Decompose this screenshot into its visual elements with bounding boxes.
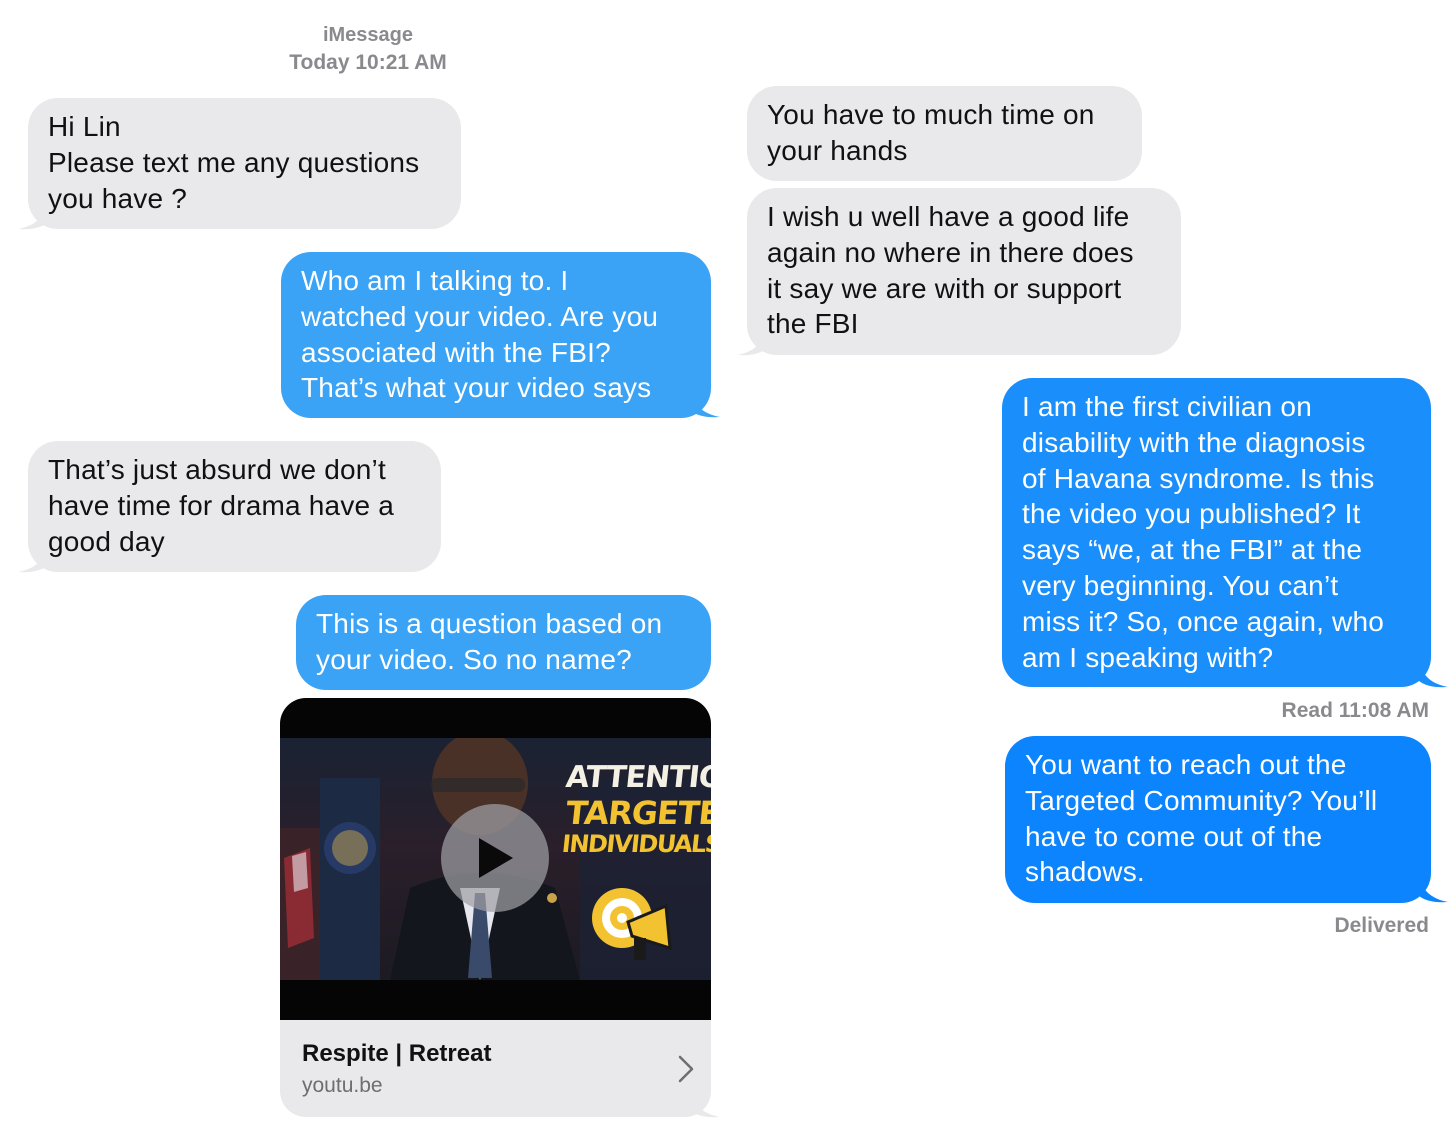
message-line: it say we are with or support xyxy=(767,272,1122,304)
link-domain: youtu.be xyxy=(302,1074,383,1097)
message-line: your video. So no name? xyxy=(316,643,632,675)
message-line: very beginning. You can’t xyxy=(1022,569,1339,601)
message-line: miss it? So, once again, who xyxy=(1022,605,1385,637)
megaphone-icon xyxy=(592,888,672,960)
play-button[interactable] xyxy=(441,804,549,912)
message-line: I am the first civilian on xyxy=(1022,391,1312,422)
message-line: am I speaking with? xyxy=(1022,641,1274,673)
message-line: Please text me any questions xyxy=(48,146,420,178)
message-line: your hands xyxy=(767,134,908,166)
message-line: This is a question based on xyxy=(316,608,663,639)
conversation-timestamp: Today 10:21 AM xyxy=(289,51,447,74)
incoming-message-bubble[interactable]: Hi Lin Please text me any questions you … xyxy=(28,98,461,229)
thumbnail-caption-line: TARGETED xyxy=(564,794,711,832)
delivered-status: Delivered xyxy=(1334,914,1429,937)
message-line: I wish u well have a good life xyxy=(767,201,1130,232)
message-line: of Havana syndrome. Is this xyxy=(1022,462,1375,494)
message-line: good day xyxy=(48,525,165,557)
outgoing-message-bubble[interactable]: Who am I talking to. I watched your vide… xyxy=(281,252,711,418)
message-line: That’s what your video says xyxy=(301,372,652,404)
service-label: iMessage xyxy=(322,24,414,46)
message-line: You want to reach out the xyxy=(1025,749,1347,780)
thumbnail-caption-line: INDIVIDUALS xyxy=(560,830,711,858)
message-line: associated with the FBI? xyxy=(301,336,611,368)
incoming-message-bubble[interactable]: I wish u well have a good life again no … xyxy=(747,188,1181,355)
message-line: says “we, at the FBI” at the xyxy=(1022,534,1363,566)
read-receipt: Read 11:08 AM xyxy=(1281,699,1429,722)
message-line: You have to much time on xyxy=(767,99,1095,130)
message-line: That’s just absurd we don’t xyxy=(48,454,386,485)
message-line: the video you published? It xyxy=(1022,498,1361,530)
message-line: Who am I talking to. I xyxy=(301,265,569,296)
incoming-message-bubble[interactable]: You have to much time on your hands xyxy=(747,86,1142,181)
chevron-right-icon[interactable] xyxy=(677,1054,695,1084)
message-line: Hi Lin xyxy=(48,111,121,142)
message-line: watched your video. Are you xyxy=(301,300,659,332)
message-line: Targeted Community? You’ll xyxy=(1025,784,1378,816)
right-conversation-column: You have to much time on your hands I wi… xyxy=(728,0,1456,1127)
message-line: you have ? xyxy=(48,182,187,214)
message-line: again no where in there does xyxy=(767,236,1134,268)
play-icon xyxy=(479,838,513,878)
thumbnail-caption-line: ATTENTION xyxy=(564,760,711,795)
message-line: have time for drama have a xyxy=(48,489,395,521)
conversation-header: iMessage Today 10:21 AM xyxy=(268,22,468,76)
message-line: the FBI xyxy=(767,308,859,340)
outgoing-message-bubble[interactable]: This is a question based on your video. … xyxy=(296,595,711,690)
message-line: disability with the diagnosis xyxy=(1022,426,1366,458)
outgoing-message-bubble[interactable]: You want to reach out the Targeted Commu… xyxy=(1005,736,1431,903)
link-title: Respite | Retreat xyxy=(302,1040,492,1067)
outgoing-message-bubble[interactable]: I am the first civilian on disability wi… xyxy=(1002,378,1431,687)
incoming-message-bubble[interactable]: That’s just absurd we don’t have time fo… xyxy=(28,441,441,572)
message-line: have to come out of the xyxy=(1025,820,1323,852)
link-preview-card[interactable]: ATTENTION TARGETED INDIVIDUALS Respite | xyxy=(280,698,711,1117)
video-thumbnail[interactable]: ATTENTION TARGETED INDIVIDUALS xyxy=(280,698,711,1020)
left-conversation-column: iMessage Today 10:21 AM Hi Lin Please te… xyxy=(0,0,728,1127)
message-line: shadows. xyxy=(1025,856,1145,888)
